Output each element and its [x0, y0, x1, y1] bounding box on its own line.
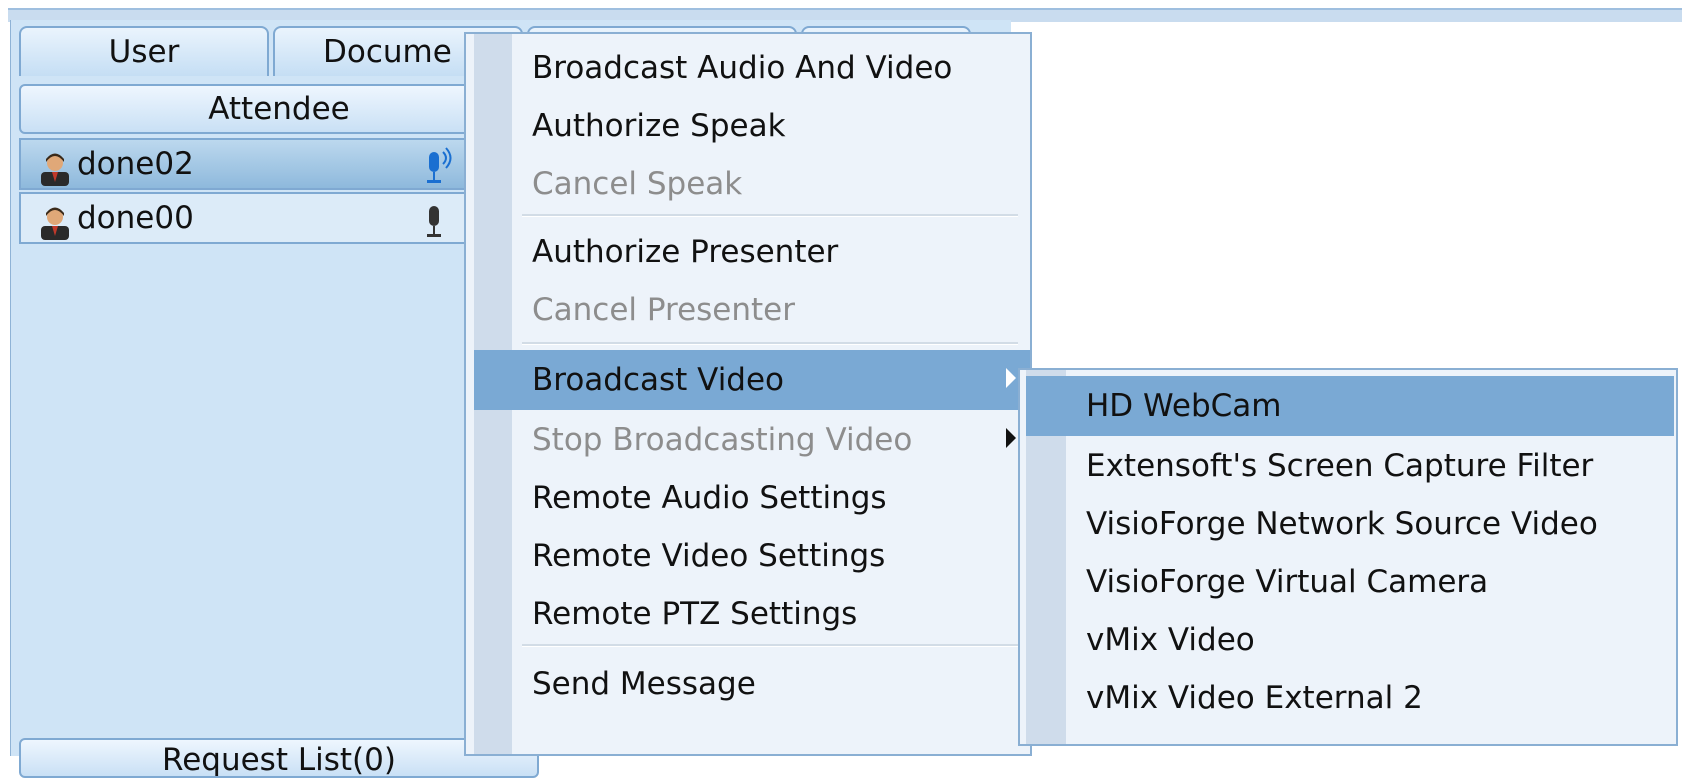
submenu-item-visioforge-network-source[interactable]: VisioForge Network Source Video [1026, 494, 1674, 554]
menu-item-remote-video-settings[interactable]: Remote Video Settings [474, 526, 1030, 586]
menu-item-label: Remote Video Settings [532, 538, 886, 574]
user-row[interactable]: done00 [19, 192, 539, 244]
menu-item-remote-ptz-settings[interactable]: Remote PTZ Settings [474, 584, 1030, 644]
submenu-item-label: HD WebCam [1086, 388, 1282, 424]
request-list-header[interactable]: Request List(0) [19, 738, 539, 778]
menu-item-authorize-presenter[interactable]: Authorize Presenter [474, 222, 1030, 282]
menu-item-label: Authorize Presenter [532, 234, 839, 270]
menu-separator [522, 342, 1018, 345]
menu-item-remote-audio-settings[interactable]: Remote Audio Settings [474, 468, 1030, 528]
menu-item-label: Authorize Speak [532, 108, 786, 144]
menu-item-label: Send Message [532, 666, 756, 702]
submenu-item-hd-webcam[interactable]: HD WebCam [1026, 376, 1674, 436]
submenu-item-label: VisioForge Virtual Camera [1086, 564, 1489, 600]
mic-icon[interactable] [423, 200, 457, 240]
submenu-item-label: vMix Video [1086, 622, 1255, 658]
user-row[interactable]: done02 [19, 138, 539, 190]
menu-item-authorize-speak[interactable]: Authorize Speak [474, 96, 1030, 156]
user-avatar-icon [41, 153, 69, 186]
submenu-item-screen-capture-filter[interactable]: Extensoft's Screen Capture Filter [1026, 436, 1674, 496]
menu-separator [522, 644, 1018, 647]
submenu-item-label: vMix Video External 2 [1086, 680, 1423, 716]
menu-item-label: Broadcast Video [532, 362, 785, 398]
menu-separator [522, 214, 1018, 217]
submenu-item-visioforge-virtual-camera[interactable]: VisioForge Virtual Camera [1026, 552, 1674, 612]
menu-item-broadcast-audio-video[interactable]: Broadcast Audio And Video [474, 38, 1030, 98]
menu-item-label: Broadcast Audio And Video [532, 50, 953, 86]
user-name: done00 [77, 200, 194, 236]
broadcast-video-submenu: HD WebCam Extensoft's Screen Capture Fil… [1018, 368, 1678, 746]
menu-item-label: Remote PTZ Settings [532, 596, 858, 632]
submenu-arrow-icon [1006, 428, 1016, 448]
menu-item-send-message[interactable]: Send Message [474, 654, 1030, 714]
mic-active-icon[interactable] [423, 146, 457, 186]
menu-item-label: Stop Broadcasting Video [532, 422, 913, 458]
attendee-header-label: Attendee [208, 91, 350, 127]
submenu-arrow-icon [1006, 368, 1016, 388]
menu-item-cancel-speak: Cancel Speak [474, 154, 1030, 214]
menu-item-cancel-presenter: Cancel Presenter [474, 280, 1030, 340]
tab-user[interactable]: User [19, 26, 269, 76]
attendee-header[interactable]: Attendee [19, 84, 539, 134]
user-context-menu: Broadcast Audio And Video Authorize Spea… [464, 32, 1032, 756]
menu-item-label: Cancel Speak [532, 166, 743, 202]
submenu-item-vmix-video-external-2[interactable]: vMix Video External 2 [1026, 668, 1674, 728]
submenu-item-label: VisioForge Network Source Video [1086, 506, 1598, 542]
menu-item-label: Remote Audio Settings [532, 480, 887, 516]
user-name: done02 [77, 146, 194, 182]
menu-item-stop-broadcasting-video: Stop Broadcasting Video [474, 410, 1030, 470]
menu-item-broadcast-video[interactable]: Broadcast Video [474, 350, 1030, 410]
request-list-label: Request List(0) [162, 742, 396, 778]
submenu-item-label: Extensoft's Screen Capture Filter [1086, 448, 1594, 484]
user-avatar-icon [41, 207, 69, 240]
menu-item-label: Cancel Presenter [532, 292, 796, 328]
submenu-item-vmix-video[interactable]: vMix Video [1026, 610, 1674, 670]
